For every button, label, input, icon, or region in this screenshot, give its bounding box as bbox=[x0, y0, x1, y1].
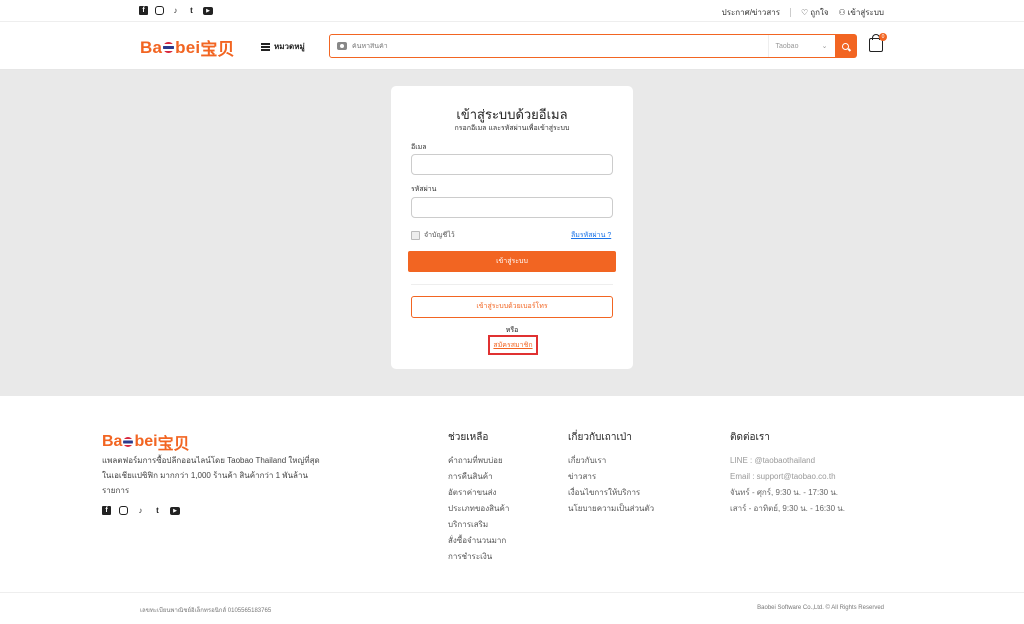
password-field[interactable] bbox=[411, 197, 613, 218]
top-social-links: f ♪ t ▶ bbox=[139, 6, 213, 15]
news-link[interactable]: ประกาศ/ข่าวสาร bbox=[722, 6, 780, 19]
search-source-select[interactable]: Taobao ⌄ bbox=[767, 35, 835, 57]
category-menu-button[interactable]: หมวดหมู่ bbox=[261, 40, 305, 53]
footer-help-link[interactable]: ประเภทของสินค้า bbox=[448, 501, 509, 517]
footer-about-link[interactable]: เกี่ยวกับเรา bbox=[568, 453, 654, 469]
contact-hours-weekend: เสาร์ - อาทิตย์, 9:30 น. - 16:30 น. bbox=[730, 504, 845, 513]
contact-email[interactable]: Email : support@taobao.co.th bbox=[730, 469, 845, 485]
user-icon: ⚇ bbox=[838, 8, 846, 17]
footer-about-column: เกี่ยวกับเถาเป่า เกี่ยวกับเรา ข่าวสาร เง… bbox=[568, 430, 654, 517]
main-content: เข้าสู่ระบบด้วยอีเมล กรอกอีเมล และรหัสผ่… bbox=[0, 70, 1024, 396]
search-icon bbox=[842, 42, 849, 50]
register-highlight: สมัครสมาชิก bbox=[488, 335, 538, 355]
footer-help-link[interactable]: บริการเสริม bbox=[448, 517, 509, 533]
twitter-icon[interactable]: t bbox=[187, 6, 196, 15]
search-input[interactable] bbox=[352, 42, 768, 50]
divider bbox=[411, 284, 613, 285]
register-link[interactable]: สมัครสมาชิก bbox=[493, 340, 532, 351]
twitter-icon[interactable]: t bbox=[153, 506, 162, 515]
search-source-value: Taobao bbox=[775, 42, 799, 50]
remember-me: จำบัญชีไว้ bbox=[411, 230, 455, 241]
login-title: เข้าสู่ระบบด้วยอีเมล bbox=[456, 107, 568, 122]
footer-about-title: เกี่ยวกับเถาเป่า bbox=[568, 432, 632, 443]
footer-help-link[interactable]: สั่งซื้อจำนวนมาก bbox=[448, 533, 509, 549]
footer-help-column: ช่วยเหลือ คำถามที่พบบ่อย การคืนสินค้า อั… bbox=[448, 430, 509, 565]
instagram-icon[interactable] bbox=[119, 506, 128, 515]
cart-count-badge: 0 bbox=[879, 33, 887, 41]
heart-icon: ♡ bbox=[801, 8, 809, 17]
email-field[interactable] bbox=[411, 154, 613, 175]
forgot-password-link[interactable]: ลืมรหัสผ่าน ? bbox=[571, 230, 611, 241]
divider bbox=[790, 8, 792, 17]
footer-help-link[interactable]: การคืนสินค้า bbox=[448, 469, 509, 485]
phone-login-button[interactable]: เข้าสู่ระบบด้วยเบอร์โทร bbox=[411, 296, 613, 318]
wishlist-link[interactable]: ♡ ถูกใจ bbox=[801, 6, 828, 19]
footer-social-links: f ♪ t ▶ bbox=[102, 506, 180, 515]
youtube-icon[interactable]: ▶ bbox=[203, 7, 213, 15]
footer-help-title: ช่วยเหลือ bbox=[448, 432, 489, 443]
top-bar: f ♪ t ▶ ประกาศ/ข่าวสาร ♡ ถูกใจ ⚇ เข้าสู่… bbox=[0, 0, 1024, 22]
chevron-down-icon: ⌄ bbox=[821, 43, 828, 50]
facebook-icon[interactable]: f bbox=[139, 6, 148, 15]
site-logo[interactable]: Ba bei 宝贝 bbox=[140, 35, 235, 60]
header: Ba bei 宝贝 หมวดหมู่ Taobao ⌄ 0 bbox=[0, 22, 1024, 70]
remember-label: จำบัญชีไว้ bbox=[424, 232, 455, 239]
email-label: อีเมล bbox=[411, 144, 427, 151]
youtube-icon[interactable]: ▶ bbox=[170, 507, 180, 515]
footer-contact-column: ติดต่อเรา LINE : @taobaothailand Email :… bbox=[730, 430, 845, 517]
wishlist-label: ถูกใจ bbox=[810, 8, 829, 17]
footer-about-link[interactable]: ข่าวสาร bbox=[568, 469, 654, 485]
bottom-bar: เลขทะเบียนพาณิชย์อิเล็กทรอนิกส์ 01055651… bbox=[0, 592, 1024, 624]
logo-text-mid: bei bbox=[175, 37, 201, 57]
tiktok-icon[interactable]: ♪ bbox=[136, 506, 145, 515]
footer-help-link[interactable]: คำถามที่พบบ่อย bbox=[448, 453, 509, 469]
footer-logo[interactable]: Ba bei 宝贝 bbox=[102, 430, 190, 454]
contact-line[interactable]: LINE : @taobaothailand bbox=[730, 453, 845, 469]
instagram-icon[interactable] bbox=[155, 6, 164, 15]
search-bar: Taobao ⌄ bbox=[329, 34, 857, 58]
footer-about-link[interactable]: นโยบายความเป็นส่วนตัว bbox=[568, 501, 654, 517]
hamburger-icon bbox=[261, 42, 270, 51]
logo-text-left: Ba bbox=[140, 37, 163, 57]
login-link-label: เข้าสู่ระบบ bbox=[847, 8, 884, 17]
login-button[interactable]: เข้าสู่ระบบ bbox=[408, 251, 616, 272]
footer: Ba bei 宝贝 แพลตฟอร์มการซื้อปลีกออนไลน์โดย… bbox=[0, 396, 1024, 592]
password-label: รหัสผ่าน bbox=[411, 186, 437, 193]
login-card: เข้าสู่ระบบด้วยอีเมล กรอกอีเมล และรหัสผ่… bbox=[391, 86, 633, 369]
logo-text-mid: bei bbox=[134, 433, 158, 450]
login-subtitle: กรอกอีเมล และรหัสผ่านเพื่อเข้าสู่ระบบ bbox=[454, 125, 570, 132]
footer-help-link[interactable]: การชำระเงิน bbox=[448, 549, 509, 565]
search-button[interactable] bbox=[834, 34, 857, 58]
remember-checkbox[interactable] bbox=[411, 231, 420, 240]
copyright: Baobei Software Co.,Ltd. © All Rights Re… bbox=[757, 605, 884, 611]
top-links: ประกาศ/ข่าวสาร ♡ ถูกใจ ⚇ เข้าสู่ระบบ bbox=[722, 6, 884, 19]
footer-help-link[interactable]: อัตราค่าขนส่ง bbox=[448, 485, 509, 501]
login-link[interactable]: ⚇ เข้าสู่ระบบ bbox=[839, 6, 885, 19]
footer-description: แพลตฟอร์มการซื้อปลีกออนไลน์โดย Taobao Th… bbox=[102, 456, 320, 495]
thai-flag-icon bbox=[123, 437, 134, 447]
thai-flag-icon bbox=[163, 42, 175, 53]
tiktok-icon[interactable]: ♪ bbox=[171, 6, 180, 15]
logo-text-cn: 宝贝 bbox=[200, 40, 235, 59]
logo-text-left: Ba bbox=[102, 433, 123, 450]
footer-contact-title: ติดต่อเรา bbox=[730, 432, 770, 443]
registration-number: เลขทะเบียนพาณิชย์อิเล็กทรอนิกส์ 01055651… bbox=[140, 608, 272, 614]
contact-hours-weekday: จันทร์ - ศุกร์, 9:30 น. - 17:30 น. bbox=[730, 488, 839, 497]
camera-icon[interactable] bbox=[337, 42, 347, 50]
facebook-icon[interactable]: f bbox=[102, 506, 111, 515]
logo-text-cn: 宝贝 bbox=[157, 436, 190, 453]
cart-icon[interactable]: 0 bbox=[869, 33, 887, 52]
footer-about-link[interactable]: เงื่อนไขการให้บริการ bbox=[568, 485, 654, 501]
category-menu-label: หมวดหมู่ bbox=[274, 42, 305, 51]
